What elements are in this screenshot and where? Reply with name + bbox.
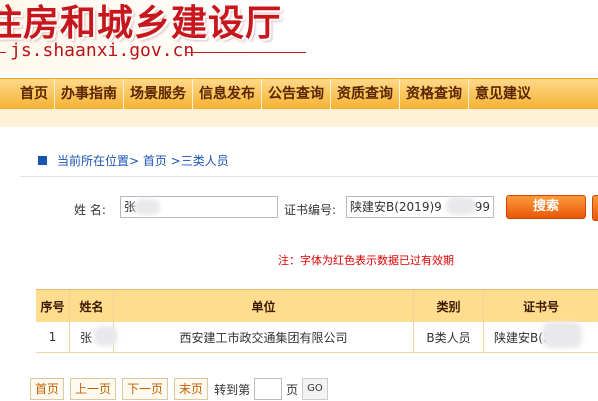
nav-item-certification[interactable]: 资格查询 <box>400 79 469 109</box>
search-button[interactable]: 搜索 <box>506 195 586 219</box>
main-nav: 首页 办事指南 场景服务 信息发布 公告查询 资质查询 资格查询 意见建议 <box>0 78 598 110</box>
nav-item-services[interactable]: 场景服务 <box>124 79 193 109</box>
cert-input-tail: 99 <box>474 200 490 214</box>
table-header-row: 序号 姓名 单位 类别 证书号 <box>36 289 598 323</box>
site-url-row: js.shaanxi.gov.cn <box>0 40 306 62</box>
breadcrumb-text[interactable]: 当前所在位置> 首页 >三类人员 <box>57 152 229 169</box>
page-unit-label: 页 <box>286 382 299 397</box>
name-label: 姓 名: <box>74 203 106 217</box>
row-name-redaction <box>94 326 118 346</box>
nav-item-guide[interactable]: 办事指南 <box>55 79 124 109</box>
cert-redaction <box>446 197 476 215</box>
nav-item-home[interactable]: 首页 <box>14 79 55 109</box>
table-row[interactable]: 1 张 西安建工市政交通集团有限公司 B类人员 陕建安B(20 099 <box>36 322 598 353</box>
nav-underlay <box>0 109 598 127</box>
name-redaction <box>134 199 160 215</box>
breadcrumb-divider <box>20 176 598 177</box>
breadcrumb-square-icon <box>38 155 47 165</box>
url-divider-left <box>0 52 6 53</box>
cell-name-text: 张 <box>80 330 93 345</box>
first-page-button[interactable]: 首页 <box>30 378 65 400</box>
header-company: 单位 <box>114 290 414 322</box>
page-number-input[interactable] <box>254 378 283 400</box>
cell-company: 西安建工市政交通集团有限公司 <box>114 322 414 352</box>
cert-label: 证书编号: <box>284 203 337 217</box>
nav-item-announcements[interactable]: 公告查询 <box>262 79 331 109</box>
prev-page-button[interactable]: 上一页 <box>70 378 117 400</box>
header-name: 姓名 <box>70 290 114 322</box>
cell-index: 1 <box>36 322 70 352</box>
header-index: 序号 <box>36 290 70 322</box>
extra-button[interactable] <box>592 195 598 221</box>
go-button[interactable]: GO <box>302 378 328 400</box>
header-cert-number: 证书号 <box>522 299 559 314</box>
expiry-notice: 注：字体为红色表示数据已过有效期 <box>278 254 454 267</box>
site-url: js.shaanxi.gov.cn <box>10 40 195 61</box>
cell-category: B类人员 <box>414 322 484 352</box>
site-banner: 住房和城乡建设厅 js.shaanxi.gov.cn <box>0 0 598 72</box>
next-page-button[interactable]: 下一页 <box>122 378 169 400</box>
nav-item-qualification[interactable]: 资质查询 <box>331 79 400 109</box>
nav-item-news[interactable]: 信息发布 <box>193 79 262 109</box>
nav-item-feedback[interactable]: 意见建议 <box>469 79 537 109</box>
cert-input-value: 陕建安B(2019)9 <box>350 200 442 214</box>
row-cert-redaction <box>542 322 582 348</box>
goto-label: 转到第 <box>214 382 251 397</box>
pagination: 首页 上一页 下一页 末页 转到第 页 GO <box>30 377 328 401</box>
url-divider-right <box>186 52 306 53</box>
breadcrumb: 当前所在位置> 首页 >三类人员 <box>38 152 229 168</box>
last-page-button[interactable]: 末页 <box>174 378 209 400</box>
header-category: 类别 <box>414 290 484 322</box>
results-table: 序号 姓名 单位 类别 证书号 1 张 西安建工市政交通集团有限公司 B类人员 … <box>36 289 598 353</box>
